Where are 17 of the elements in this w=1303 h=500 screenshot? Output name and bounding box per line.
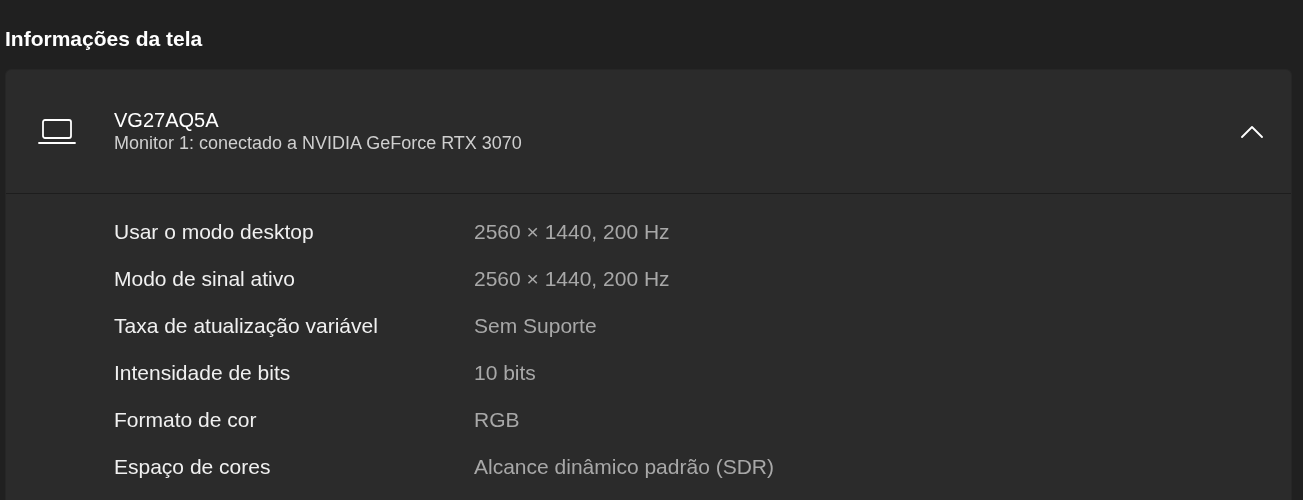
chevron-icon[interactable]	[1241, 125, 1263, 139]
property-value: Sem Suporte	[474, 313, 597, 340]
property-value: Alcance dinâmico padrão (SDR)	[474, 454, 774, 481]
laptop-icon	[38, 118, 76, 145]
property-label: Formato de cor	[114, 407, 258, 434]
section-title: Informações da tela	[5, 26, 204, 52]
property-value: 2560 × 1440, 200 Hz	[474, 219, 670, 246]
property-value: RGB	[474, 407, 520, 434]
property-value: 2560 × 1440, 200 Hz	[474, 266, 670, 293]
property-label: Modo de sinal ativo	[114, 266, 296, 293]
property-label: Usar o modo desktop	[114, 219, 315, 246]
display-name: VG27AQ5A	[114, 108, 220, 132]
property-label: Taxa de atualização variável	[114, 313, 379, 340]
display-subtitle: Monitor 1: conectado a NVIDIA GeForce RTX 3070	[114, 132, 523, 155]
property-value: 10 bits	[474, 360, 536, 387]
property-label: Espaço de cores	[114, 454, 272, 481]
property-label: Intensidade de bits	[114, 360, 292, 387]
